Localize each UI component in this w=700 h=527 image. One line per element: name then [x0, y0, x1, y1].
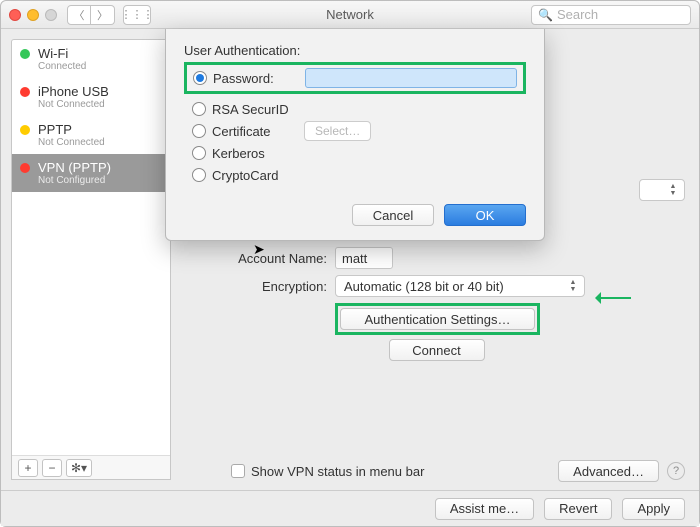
- status-led-icon: [20, 49, 30, 59]
- titlebar: 〈 〉 ⋮⋮⋮ Network 🔍 Search: [1, 1, 699, 29]
- auth-radio-group: RSA SecurID Certificate Select… Kerberos…: [192, 98, 526, 186]
- interface-status: Not Configured: [38, 175, 111, 186]
- window-title: Network: [1, 7, 699, 22]
- encryption-label: Encryption:: [185, 279, 335, 294]
- interface-status: Not Connected: [38, 99, 109, 110]
- cancel-button[interactable]: Cancel: [352, 204, 434, 226]
- radio-kerberos-label: Kerberos: [212, 146, 304, 161]
- chevron-up-down-icon: ▲▼: [664, 181, 682, 199]
- radio-certificate-label: Certificate: [212, 124, 304, 139]
- status-led-icon: [20, 87, 30, 97]
- ok-button[interactable]: OK: [444, 204, 526, 226]
- help-button[interactable]: ?: [667, 462, 685, 480]
- radio-rsa-securid[interactable]: [192, 102, 206, 116]
- add-interface-button[interactable]: +: [18, 459, 38, 477]
- sheet-footer: Cancel OK: [184, 204, 526, 226]
- radio-rsa-label: RSA SecurID: [212, 102, 304, 117]
- interface-status: Not Connected: [38, 137, 105, 148]
- sidebar-item-pptp[interactable]: PPTP Not Connected: [12, 116, 170, 154]
- window-footer: Assist me… Revert Apply: [1, 490, 699, 526]
- status-led-icon: [20, 125, 30, 135]
- configuration-select-collapsed[interactable]: ▲▼: [639, 179, 685, 201]
- interface-name: Wi-Fi: [38, 46, 68, 61]
- assist-me-button[interactable]: Assist me…: [435, 498, 534, 520]
- radio-certificate[interactable]: [192, 124, 206, 138]
- sidebar-footer: + − ✻▾: [12, 455, 170, 479]
- account-name-value: matt: [342, 251, 367, 266]
- sidebar-item-wifi[interactable]: Wi-Fi Connected: [12, 40, 170, 78]
- interface-actions-button[interactable]: ✻▾: [66, 459, 92, 477]
- highlight-password-row: Password:: [184, 62, 526, 94]
- remove-interface-button[interactable]: −: [42, 459, 62, 477]
- encryption-select[interactable]: Automatic (128 bit or 40 bit) ▲▼: [335, 275, 585, 297]
- user-authentication-sheet: User Authentication: Password: RSA Secur…: [165, 29, 545, 241]
- interface-name: VPN (PPTP): [38, 160, 111, 175]
- annotation-arrow-icon: [597, 297, 631, 299]
- status-led-icon: [20, 163, 30, 173]
- certificate-select-button[interactable]: Select…: [304, 121, 371, 141]
- interface-name: PPTP: [38, 122, 72, 137]
- radio-cryptocard-label: CryptoCard: [212, 168, 304, 183]
- encryption-value: Automatic (128 bit or 40 bit): [344, 279, 504, 294]
- revert-button[interactable]: Revert: [544, 498, 612, 520]
- network-prefs-window: 〈 〉 ⋮⋮⋮ Network 🔍 Search Wi-Fi Connected: [0, 0, 700, 527]
- radio-password[interactable]: [193, 71, 207, 85]
- interface-name: iPhone USB: [38, 84, 109, 99]
- account-name-field[interactable]: matt: [335, 247, 393, 269]
- sheet-title: User Authentication:: [184, 43, 526, 58]
- advanced-button[interactable]: Advanced…: [558, 460, 659, 482]
- sidebar-item-iphone-usb[interactable]: iPhone USB Not Connected: [12, 78, 170, 116]
- gear-icon: ✻▾: [71, 461, 87, 475]
- interface-status: Connected: [38, 61, 86, 72]
- radio-cryptocard[interactable]: [192, 168, 206, 182]
- apply-button[interactable]: Apply: [622, 498, 685, 520]
- password-field[interactable]: [305, 68, 517, 88]
- radio-password-label: Password:: [213, 71, 305, 86]
- authentication-settings-button[interactable]: Authentication Settings…: [340, 308, 535, 330]
- sidebar-item-vpn-pptp[interactable]: VPN (PPTP) Not Configured: [12, 154, 170, 192]
- show-vpn-status-label: Show VPN status in menu bar: [251, 464, 424, 479]
- chevron-up-down-icon: ▲▼: [564, 277, 582, 295]
- connect-button[interactable]: Connect: [389, 339, 485, 361]
- interface-sidebar: Wi-Fi Connected iPhone USB Not Connected…: [11, 39, 171, 480]
- highlight-auth-settings: Authentication Settings…: [335, 303, 540, 335]
- radio-kerberos[interactable]: [192, 146, 206, 160]
- cursor-icon: ➤: [253, 241, 265, 258]
- show-vpn-status-checkbox[interactable]: [231, 464, 245, 478]
